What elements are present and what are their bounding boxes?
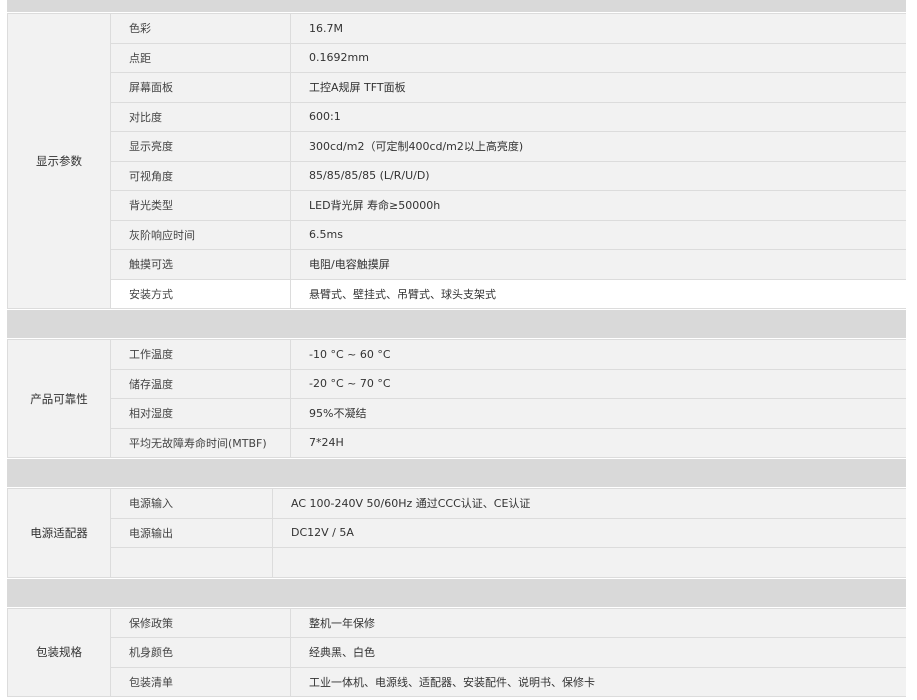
spec-row: 可视角度 85/85/85/85 (L/R/U/D)	[111, 161, 906, 191]
spec-row: 点距 0.1692mm	[111, 43, 906, 73]
spec-key: 电源输出	[111, 518, 273, 547]
spec-key: 触摸可选	[111, 250, 291, 279]
group-rows: 保修政策 整机一年保修 机身颜色 经典黑、白色 包装清单 工业一体机、电源线、适配器、…	[111, 608, 906, 696]
spec-row: 平均无故障寿命时间(MTBF) 7*24H	[111, 428, 906, 457]
spec-value: 600:1	[309, 110, 341, 124]
spec-value: 300cd/m2（可定制400cd/m2以上高亮度)	[309, 140, 524, 154]
spec-row: 包装清单 工业一体机、电源线、适配器、安装配件、说明书、保修卡	[111, 667, 906, 696]
spec-key: 屏幕面板	[111, 73, 291, 102]
spec-key: 可视角度	[111, 161, 291, 190]
spec-group-display: 显示参数 色彩 16.7M 点距 0.1692mm 屏幕面板 工控A规屏 TFT面板 …	[7, 13, 906, 309]
spec-key	[111, 548, 273, 577]
spec-value: 95%不凝结	[309, 407, 367, 421]
spec-table: 显示参数 色彩 16.7M 点距 0.1692mm 屏幕面板 工控A规屏 TFT面板 …	[7, 0, 906, 698]
spec-row: 保修政策 整机一年保修	[111, 608, 906, 638]
spec-row-highlighted: 安装方式 悬臂式、壁挂式、吊臂式、球头支架式	[111, 279, 906, 308]
spec-value: -10 °C ~ 60 °C	[309, 347, 391, 361]
spec-row: 储存温度 -20 °C ~ 70 °C	[111, 369, 906, 399]
spec-row: 显示亮度 300cd/m2（可定制400cd/m2以上高亮度)	[111, 132, 906, 162]
spec-value: 16.7M	[309, 21, 343, 35]
spec-row: 机身颜色 经典黑、白色	[111, 638, 906, 668]
spec-row: 屏幕面板 工控A规屏 TFT面板	[111, 73, 906, 103]
group-title: 包装规格	[8, 608, 111, 696]
spec-key: 包装清单	[111, 667, 291, 696]
group-title: 产品可靠性	[8, 340, 111, 457]
spec-key: 背光类型	[111, 191, 291, 220]
spec-value: 6.5ms	[309, 228, 343, 242]
spec-key: 储存温度	[111, 369, 291, 398]
section-divider	[7, 310, 906, 338]
spec-key: 工作温度	[111, 340, 291, 369]
spec-key: 电源输入	[111, 489, 273, 518]
spec-value: 7*24H	[309, 436, 344, 450]
group-rows: 电源输入 AC 100-240V 50/60Hz 通过CCC认证、CE认证 电源输…	[111, 489, 906, 577]
spec-group-packaging: 包装规格 保修政策 整机一年保修 机身颜色 经典黑、白色 包装清单 工业一体机、电源线…	[7, 607, 906, 697]
spec-key: 保修政策	[111, 608, 291, 637]
group-title: 显示参数	[8, 14, 111, 308]
spec-value: 电阻/电容触摸屏	[309, 258, 390, 272]
spec-value: 悬臂式、壁挂式、吊臂式、球头支架式	[309, 287, 496, 301]
spec-key: 机身颜色	[111, 638, 291, 667]
spec-value: AC 100-240V 50/60Hz 通过CCC认证、CE认证	[291, 497, 531, 511]
spec-row: 工作温度 -10 °C ~ 60 °C	[111, 340, 906, 370]
spec-group-power: 电源适配器 电源输入 AC 100-240V 50/60Hz 通过CCC认证、CE…	[7, 488, 906, 578]
spec-value: 工业一体机、电源线、适配器、安装配件、说明书、保修卡	[309, 675, 595, 689]
spec-row-empty	[111, 548, 906, 577]
spec-value: 经典黑、白色	[309, 646, 375, 660]
section-divider	[7, 0, 906, 12]
spec-value: -20 °C ~ 70 °C	[309, 377, 391, 391]
section-divider	[7, 459, 906, 487]
spec-row: 色彩 16.7M	[111, 14, 906, 44]
spec-key: 对比度	[111, 102, 291, 131]
spec-key: 灰阶响应时间	[111, 220, 291, 249]
spec-value	[273, 548, 906, 577]
spec-row: 灰阶响应时间 6.5ms	[111, 220, 906, 250]
spec-value: 整机一年保修	[309, 616, 375, 630]
spec-key: 平均无故障寿命时间(MTBF)	[111, 428, 291, 457]
group-rows: 工作温度 -10 °C ~ 60 °C 储存温度 -20 °C ~ 70 °C 相对…	[111, 340, 906, 457]
spec-value: 85/85/85/85 (L/R/U/D)	[309, 169, 430, 183]
spec-key: 显示亮度	[111, 132, 291, 161]
spec-row: 对比度 600:1	[111, 102, 906, 132]
spec-value: 工控A规屏 TFT面板	[309, 81, 406, 95]
group-title: 电源适配器	[8, 489, 111, 577]
spec-value: LED背光屏 寿命≥50000h	[309, 199, 441, 213]
spec-value: DC12V / 5A	[291, 526, 354, 540]
spec-row: 触摸可选 电阻/电容触摸屏	[111, 250, 906, 280]
spec-row: 背光类型 LED背光屏 寿命≥50000h	[111, 191, 906, 221]
spec-key: 相对湿度	[111, 399, 291, 428]
spec-key: 安装方式	[111, 279, 291, 308]
spec-value: 0.1692mm	[309, 51, 369, 65]
spec-key: 色彩	[111, 14, 291, 43]
spec-row: 电源输入 AC 100-240V 50/60Hz 通过CCC认证、CE认证	[111, 489, 906, 519]
group-rows: 色彩 16.7M 点距 0.1692mm 屏幕面板 工控A规屏 TFT面板 对比度 60…	[111, 14, 906, 308]
spec-key: 点距	[111, 43, 291, 72]
spec-row: 电源输出 DC12V / 5A	[111, 518, 906, 548]
spec-group-reliability: 产品可靠性 工作温度 -10 °C ~ 60 °C 储存温度 -20 °C ~ 70…	[7, 339, 906, 458]
section-divider	[7, 578, 906, 607]
spec-row: 相对湿度 95%不凝结	[111, 399, 906, 429]
